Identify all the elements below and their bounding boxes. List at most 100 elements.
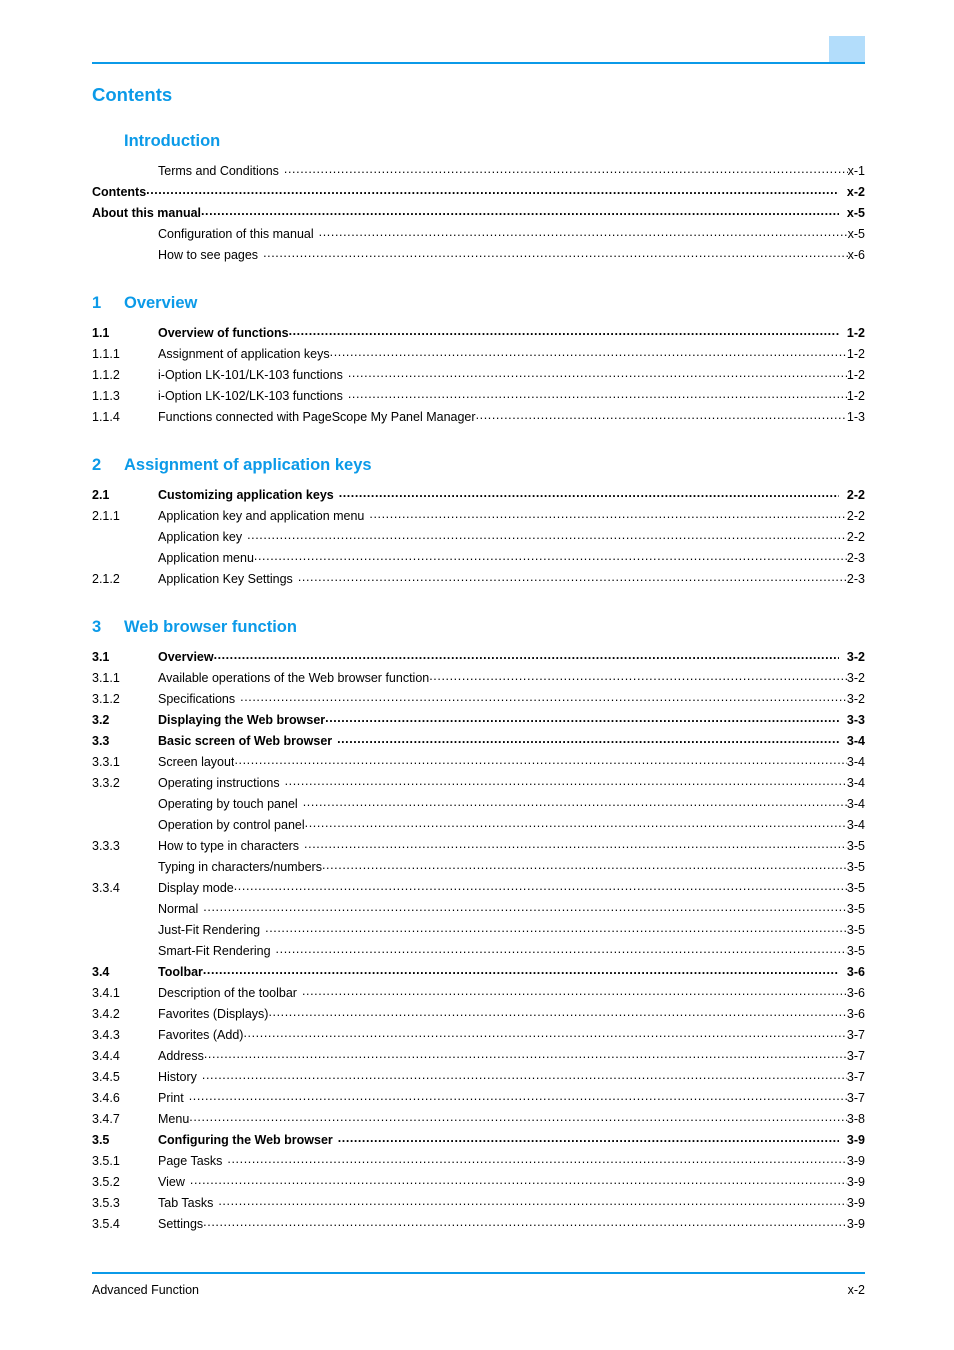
toc-entry[interactable]: Terms and Conditions x-1 [92, 161, 865, 182]
toc-entry-page: 3-2 [846, 692, 865, 706]
toc-entry-title: Operating instructions [158, 776, 280, 790]
toc-entry-page: 3-8 [846, 1112, 865, 1126]
toc-entry-page: 2-2 [846, 488, 865, 502]
toc-entry[interactable]: Typing in characters/numbers 3-5 [92, 857, 865, 878]
toc-entry[interactable]: 2.1 Customizing application keys 2-2 [92, 485, 865, 506]
toc-dot-leader [240, 690, 847, 703]
toc-entry[interactable]: How to see pages x-6 [92, 245, 865, 266]
toc-chapter-heading[interactable]: 3 Web browser function [92, 616, 865, 642]
toc-entry[interactable]: 2.1.1 Application key and application men… [92, 506, 865, 527]
toc-entry[interactable]: 3.4.7 Menu 3-8 [92, 1109, 865, 1130]
toc-entry[interactable]: 1.1.2 i-Option LK-101/LK-103 functions 1-2 [92, 365, 865, 386]
toc-entry-title: Favorites (Add) [158, 1028, 244, 1042]
toc-entry-page: 1-2 [846, 368, 865, 382]
toc-entry[interactable]: Contents x-2 [92, 182, 865, 203]
toc-dot-leader [189, 1110, 847, 1123]
toc-entry-title: Print [158, 1091, 184, 1105]
toc-entry[interactable]: 3.3 Basic screen of Web browser 3-4 [92, 731, 865, 752]
toc-entry[interactable]: About this manual x-5 [92, 203, 865, 224]
toc-entry[interactable]: Application menu 2-3 [92, 548, 865, 569]
toc-entry-number: 3.3.3 [92, 839, 120, 853]
toc-entry[interactable]: 1.1 Overview of functions 1-2 [92, 323, 865, 344]
toc-entry[interactable]: 3.1.1 Available operations of the Web bro… [92, 668, 865, 689]
toc-entry[interactable]: 1.1.3 i-Option LK-102/LK-103 functions 1-2 [92, 386, 865, 407]
toc-chapter-number: 1 [92, 294, 102, 312]
toc-entry-title: Toolbar [158, 965, 203, 979]
toc-entry[interactable]: 3.2 Displaying the Web browser 3-3 [92, 710, 865, 731]
toc-entry[interactable]: 3.4.5 History 3-7 [92, 1067, 865, 1088]
toc-entry[interactable]: Operation by control panel 3-4 [92, 815, 865, 836]
toc-entry-number: 3.2 [92, 713, 110, 727]
toc-entry[interactable]: 3.5.3 Tab Tasks 3-9 [92, 1193, 865, 1214]
toc-dot-leader [268, 1005, 846, 1018]
toc-entry-page: 1-3 [846, 410, 865, 424]
toc-dot-leader [218, 1194, 847, 1207]
toc-entry-title: Configuration of this manual [158, 227, 314, 241]
toc-entry-page: 3-4 [846, 797, 865, 811]
toc-entry[interactable]: 3.1 Overview 3-2 [92, 647, 865, 668]
toc-entry-title: Favorites (Displays) [158, 1007, 269, 1021]
toc-dot-leader [234, 753, 846, 766]
toc-entry-title: Settings [158, 1217, 204, 1231]
toc-entry[interactable]: 3.5.4 Settings 3-9 [92, 1214, 865, 1235]
toc-entry-page: 1-2 [846, 347, 865, 361]
page-header [92, 30, 865, 64]
toc-entry-page: 3-9 [846, 1133, 865, 1147]
toc-entry[interactable]: Configuration of this manual x-5 [92, 224, 865, 245]
toc-entry-number: 3.5.1 [92, 1154, 120, 1168]
toc-entry[interactable]: 2.1.2 Application Key Settings 2-3 [92, 569, 865, 590]
toc-entry[interactable]: 3.4.3 Favorites (Add) 3-7 [92, 1025, 865, 1046]
toc-entry-number: 3.5.2 [92, 1175, 120, 1189]
toc-entry-number: 1.1.2 [92, 368, 120, 382]
toc-entry[interactable]: 3.4.2 Favorites (Displays) 3-6 [92, 1004, 865, 1025]
toc-entry-page: 3-4 [846, 734, 865, 748]
toc-entry-number: 3.1.2 [92, 692, 120, 706]
toc-chapter-heading[interactable]: 2 Assignment of application keys [92, 454, 865, 480]
toc-entry[interactable]: Just-Fit Rendering 3-5 [92, 920, 865, 941]
toc-entry-title: Application Key Settings [158, 572, 293, 586]
toc-chapter-heading[interactable]: 1 Overview [92, 292, 865, 318]
toc-entry[interactable]: 1.1.4 Functions connected with PageScope … [92, 407, 865, 428]
toc-entry[interactable]: 3.4.1 Description of the toolbar 3-6 [92, 983, 865, 1004]
toc-entry-page: 2-3 [846, 551, 865, 565]
toc-entry[interactable]: 3.5.1 Page Tasks 3-9 [92, 1151, 865, 1172]
toc-entry[interactable]: 3.1.2 Specifications 3-2 [92, 689, 865, 710]
footer-left-label: Advanced Function [92, 1283, 200, 1297]
toc-entry-page: 3-2 [846, 650, 865, 664]
toc-part-heading[interactable]: Introduction [92, 130, 865, 156]
toc-entry[interactable]: 3.3.2 Operating instructions 3-4 [92, 773, 865, 794]
toc-entry[interactable]: Operating by touch panel 3-4 [92, 794, 865, 815]
toc-chapter-number: 2 [92, 456, 102, 474]
toc-entry[interactable]: 3.5 Configuring the Web browser 3-9 [92, 1130, 865, 1151]
toc-entry[interactable]: 3.5.2 View 3-9 [92, 1172, 865, 1193]
toc-entry-number: 3.4.1 [92, 986, 120, 1000]
toc-entry-number: 3.1.1 [92, 671, 120, 685]
toc-entry[interactable]: 3.3.3 How to type in characters 3-5 [92, 836, 865, 857]
header-divider [92, 62, 865, 64]
toc-dot-leader [227, 1152, 847, 1165]
toc-entry-page: 3-3 [846, 713, 865, 727]
toc-entry-number: 3.5.3 [92, 1196, 120, 1210]
page-title: Contents [92, 84, 173, 105]
toc-dot-leader [243, 1026, 846, 1039]
toc-entry-page: 2-3 [846, 572, 865, 586]
toc-entry-title: Specifications [158, 692, 236, 706]
toc-entry[interactable]: 3.4.4 Address 3-7 [92, 1046, 865, 1067]
toc-entry[interactable]: 1.1.1 Assignment of application keys 1-2 [92, 344, 865, 365]
toc-entry-page: x-5 [846, 206, 865, 220]
toc-entry-page: x-5 [847, 227, 865, 241]
toc-entry[interactable]: 3.4 Toolbar 3-6 [92, 962, 865, 983]
toc-entry[interactable]: 3.3.1 Screen layout 3-4 [92, 752, 865, 773]
toc-entry[interactable]: 3.4.6 Print 3-7 [92, 1088, 865, 1109]
toc-entry[interactable]: 3.3.4 Display mode 3-5 [92, 878, 865, 899]
toc-entry-title: Contents [92, 185, 147, 199]
toc-entry-page: 3-5 [846, 881, 865, 895]
toc-entry-title: Operation by control panel [158, 818, 305, 832]
toc-entry-page: 3-2 [846, 671, 865, 685]
toc-entry[interactable]: Application key 2-2 [92, 527, 865, 548]
toc-entry-title: Configuring the Web browser [158, 1133, 333, 1147]
toc-entry[interactable]: Smart-Fit Rendering 3-5 [92, 941, 865, 962]
toc-dot-leader [339, 486, 839, 499]
toc-entry[interactable]: Normal 3-5 [92, 899, 865, 920]
